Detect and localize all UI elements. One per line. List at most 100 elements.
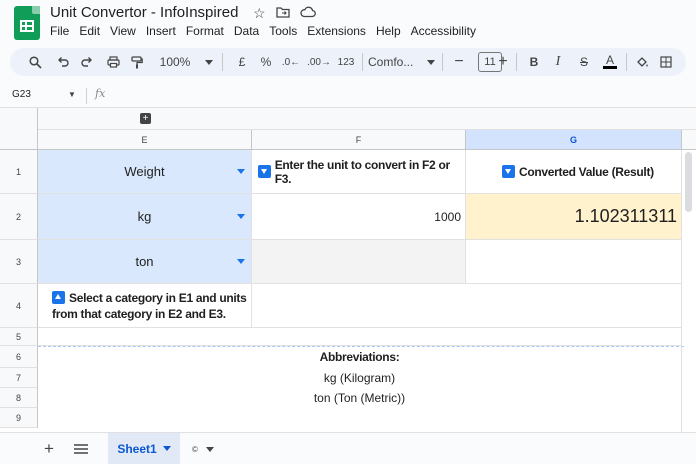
move-to-folder-icon[interactable] <box>275 5 290 22</box>
menu-view[interactable]: View <box>105 24 141 38</box>
cloud-status-icon[interactable] <box>299 5 316 22</box>
cell-g1[interactable]: Converted Value (Result) <box>466 150 682 194</box>
cell-g4[interactable] <box>466 284 682 328</box>
select-all-corner[interactable] <box>0 108 38 150</box>
row-header-3[interactable]: 3 <box>0 240 38 284</box>
arrow-down-badge-icon <box>502 165 515 178</box>
toolbar-divider <box>626 53 627 71</box>
row-header-4[interactable]: 4 <box>0 284 38 328</box>
strikethrough-button[interactable]: S <box>576 48 592 76</box>
cell-g2-result[interactable]: 1.102311311 <box>466 194 682 240</box>
document-title[interactable]: Unit Convertor - InfoInspired <box>50 4 238 21</box>
all-sheets-icon[interactable] <box>74 433 88 464</box>
cell-f2-input[interactable]: 1000 <box>252 194 466 240</box>
formula-bar: G23 ▼ fx <box>0 84 696 108</box>
bold-label: B <box>529 55 539 69</box>
cell-row-5[interactable] <box>38 328 682 346</box>
font-family-value: Comfo... <box>368 55 414 69</box>
menu-edit[interactable]: Edit <box>74 24 105 38</box>
fill-color-icon[interactable] <box>634 48 650 76</box>
cell-f4[interactable] <box>252 284 466 328</box>
add-sheet-icon[interactable]: + <box>44 433 54 464</box>
dropdown-arrow-icon[interactable] <box>237 258 245 264</box>
star-icon[interactable]: ☆ <box>253 5 266 22</box>
sheet-tab-sheet1[interactable]: Sheet1 <box>108 433 180 464</box>
title-actions: ☆ <box>253 5 316 22</box>
text-color-button[interactable]: A <box>602 48 618 76</box>
row-header-1[interactable]: 1 <box>0 150 38 194</box>
undo-icon[interactable] <box>54 48 72 76</box>
copyright-icon[interactable]: © <box>192 433 198 464</box>
row-header-2[interactable]: 2 <box>0 194 38 240</box>
cell-e6-abbreviations-title[interactable]: Abbreviations: <box>38 346 682 368</box>
increase-font-size-icon[interactable]: + <box>496 48 510 76</box>
cell-e3-to-unit-dropdown[interactable]: ton <box>38 240 252 284</box>
toolbar-divider <box>516 53 517 71</box>
row-header-7[interactable]: 7 <box>0 368 38 388</box>
cell-f1-text: Enter the unit to convert in F2 or F3. <box>274 157 450 186</box>
cell-g3[interactable] <box>466 240 682 284</box>
cell-e4-instructions[interactable]: Select a category in E1 and units from t… <box>38 284 252 328</box>
menu-accessibility[interactable]: Accessibility <box>406 24 481 38</box>
sheets-logo-icon[interactable] <box>14 6 40 40</box>
expand-group-icon[interactable]: + <box>140 113 151 124</box>
menu-insert[interactable]: Insert <box>141 24 181 38</box>
menu-tools[interactable]: Tools <box>264 24 302 38</box>
sheet-options-caret-icon[interactable] <box>206 433 214 464</box>
dropdown-arrow-icon[interactable] <box>237 213 245 219</box>
row-header-8[interactable]: 8 <box>0 388 38 408</box>
dropdown-arrow-icon[interactable] <box>237 168 245 174</box>
cell-e6-text: Abbreviations: <box>319 350 400 364</box>
cell-f1[interactable]: Enter the unit to convert in F2 or F3. <box>252 150 466 194</box>
borders-icon[interactable] <box>658 48 674 76</box>
column-header-g[interactable]: G <box>466 130 682 150</box>
cell-e2-from-unit-dropdown[interactable]: kg <box>38 194 252 240</box>
zoom-caret-icon[interactable] <box>204 48 214 76</box>
arrow-up-badge-icon <box>52 290 65 304</box>
cell-e9[interactable] <box>38 408 682 432</box>
toolbar-divider <box>222 53 223 71</box>
instructions-text-block: Select a category in E1 and units from t… <box>52 290 251 322</box>
cell-e7[interactable]: kg (Kilogram) <box>38 368 682 388</box>
paint-format-icon[interactable] <box>128 48 146 76</box>
menu-help[interactable]: Help <box>371 24 406 38</box>
cell-g2-text: 1.102311311 <box>574 206 677 226</box>
print-icon[interactable] <box>104 48 122 76</box>
cell-e8-text: ton (Ton (Metric)) <box>313 391 406 405</box>
search-icon[interactable] <box>26 48 44 76</box>
column-header-f[interactable]: F <box>252 130 466 150</box>
cell-g1-text: Converted Value (Result) <box>519 164 654 179</box>
row-header-5[interactable]: 5 <box>0 328 38 346</box>
spreadsheet-grid: + E F G 1 2 3 4 5 6 7 8 9 Weight Enter t… <box>0 108 696 432</box>
bold-button[interactable]: B <box>526 48 542 76</box>
italic-button[interactable]: I <box>550 48 566 76</box>
font-caret-icon[interactable] <box>426 48 436 76</box>
name-box-caret-icon[interactable]: ▼ <box>68 90 76 99</box>
more-formats-button[interactable]: 123 <box>336 48 356 76</box>
menu-extensions[interactable]: Extensions <box>302 24 371 38</box>
text-color-swatch <box>603 66 617 69</box>
redo-icon[interactable] <box>78 48 96 76</box>
currency-format-button[interactable]: £ <box>234 48 250 76</box>
sheet-tab-caret-icon[interactable] <box>162 446 171 451</box>
menu-bar: File Edit View Insert Format Data Tools … <box>50 24 481 38</box>
decrease-decimal-button[interactable]: .0← <box>280 48 302 76</box>
cell-e8[interactable]: ton (Ton (Metric)) <box>38 388 682 408</box>
cell-f3-input[interactable] <box>252 240 466 284</box>
decrease-font-size-icon[interactable]: − <box>450 48 468 76</box>
font-family-select[interactable]: Comfo... <box>368 48 422 76</box>
increase-decimal-button[interactable]: .00→ <box>306 48 332 76</box>
column-header-e[interactable]: E <box>38 130 252 150</box>
cell-e1-category-dropdown[interactable]: Weight <box>38 150 252 194</box>
menu-file[interactable]: File <box>50 24 74 38</box>
sheet-tab-label: Sheet1 <box>117 441 157 456</box>
cell-e1-text: Weight <box>124 164 165 179</box>
row-header-9[interactable]: 9 <box>0 408 38 428</box>
row-header-6[interactable]: 6 <box>0 346 38 368</box>
vertical-scrollbar[interactable] <box>685 152 692 212</box>
name-box[interactable]: G23 <box>12 89 31 100</box>
zoom-select[interactable]: 100% <box>158 48 192 76</box>
percent-format-button[interactable]: % <box>258 48 274 76</box>
menu-data[interactable]: Data <box>229 24 264 38</box>
menu-format[interactable]: Format <box>181 24 229 38</box>
